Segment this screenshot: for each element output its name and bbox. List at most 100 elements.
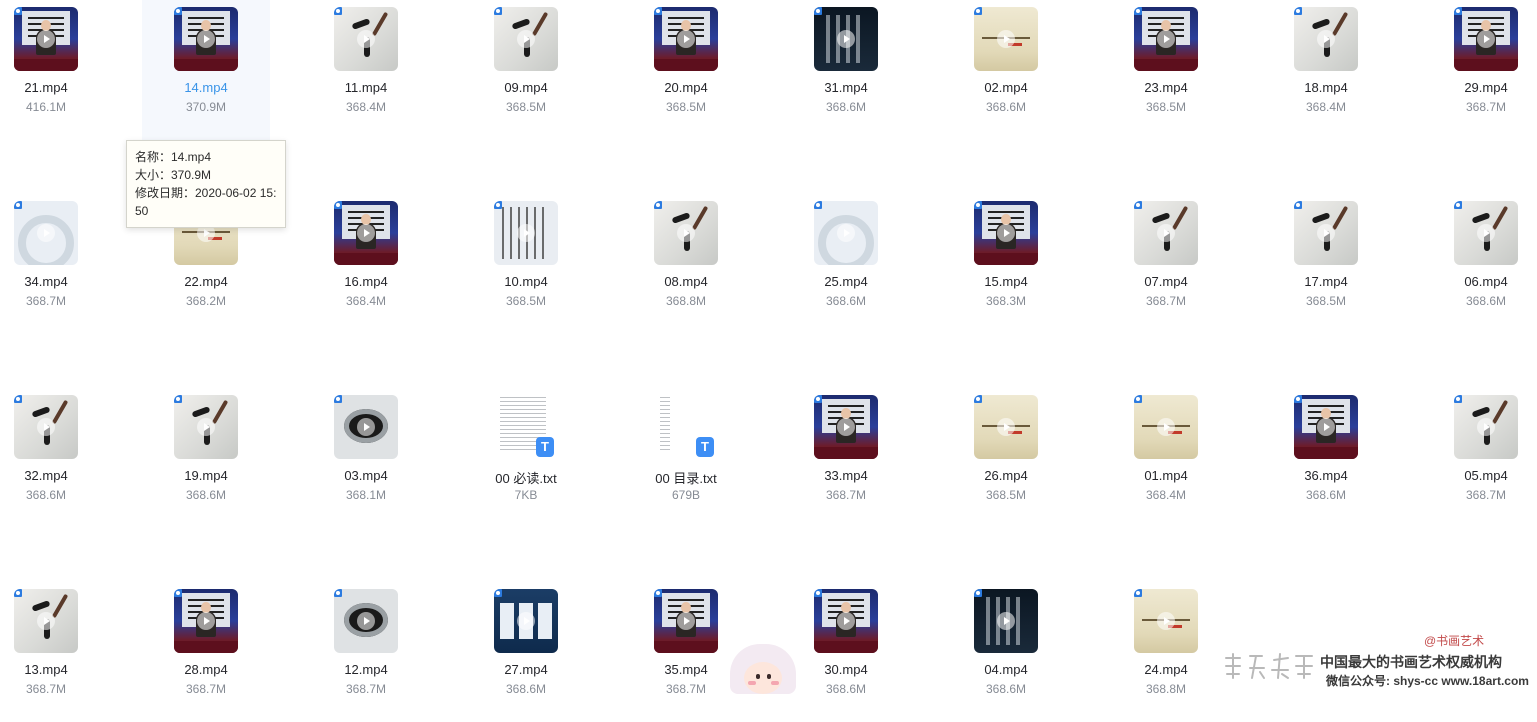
- video-badge-icon: [974, 7, 982, 15]
- video-thumbnail: [1454, 395, 1518, 459]
- file-item[interactable]: 12.mp4 368.7M: [302, 582, 430, 722]
- play-icon: [997, 224, 1015, 242]
- file-item[interactable]: 30.mp4 368.6M: [782, 582, 910, 722]
- file-item[interactable]: 18.mp4 368.4M: [1262, 0, 1390, 140]
- watermark-weibo: @书画艺术: [1424, 634, 1485, 648]
- file-item[interactable]: 27.mp4 368.6M: [462, 582, 590, 722]
- file-item[interactable]: 29.mp4 368.7M: [1422, 0, 1537, 140]
- file-item[interactable]: 16.mp4 368.4M: [302, 194, 430, 334]
- file-name: 27.mp4: [504, 662, 548, 677]
- file-item[interactable]: 13.mp4 368.7M: [0, 582, 110, 722]
- file-size: 368.6M: [185, 488, 227, 502]
- video-thumbnail: [654, 7, 718, 71]
- file-item[interactable]: 34.mp4 368.7M: [0, 194, 110, 334]
- file-size: 368.6M: [825, 294, 867, 308]
- file-item[interactable]: 23.mp4 368.5M: [1102, 0, 1230, 140]
- watermark-contact: 微信公众号: shys-cc www.18art.com: [1326, 674, 1529, 688]
- file-size: 679B: [671, 488, 701, 502]
- file-item[interactable]: 35.mp4 368.7M: [622, 582, 750, 722]
- file-item[interactable]: 19.mp4 368.6M: [142, 388, 270, 528]
- play-icon: [357, 418, 375, 436]
- file-item[interactable]: 24.mp4 368.8M: [1102, 582, 1230, 722]
- file-size: 368.6M: [825, 100, 867, 114]
- play-icon: [997, 30, 1015, 48]
- file-item[interactable]: T 00 必读.txt 7KB: [462, 388, 590, 528]
- file-name: 13.mp4: [24, 662, 68, 677]
- file-name: 17.mp4: [1304, 274, 1348, 289]
- video-badge-icon: [974, 201, 982, 209]
- file-item[interactable]: 25.mp4 368.6M: [782, 194, 910, 334]
- file-item[interactable]: 04.mp4 368.6M: [942, 582, 1070, 722]
- video-badge-icon: [174, 589, 182, 597]
- video-thumbnail: [1294, 201, 1358, 265]
- file-item[interactable]: 26.mp4 368.5M: [942, 388, 1070, 528]
- file-name: 07.mp4: [1144, 274, 1188, 289]
- video-badge-icon: [1134, 7, 1142, 15]
- file-grid: 21.mp4 416.1M 14.mp4 370.9M 11.mp4 368.4M 09.m…: [0, 0, 1537, 696]
- file-item[interactable]: 15.mp4 368.3M: [942, 194, 1070, 334]
- file-name: 33.mp4: [824, 468, 868, 483]
- file-item[interactable]: 28.mp4 368.7M: [142, 582, 270, 722]
- assistant-avatar[interactable]: [730, 644, 796, 694]
- video-thumbnail: [814, 589, 878, 653]
- play-icon: [1317, 418, 1335, 436]
- video-badge-icon: [334, 7, 342, 15]
- video-thumbnail: [1134, 395, 1198, 459]
- file-name: 34.mp4: [24, 274, 68, 289]
- video-thumbnail: [14, 7, 78, 71]
- play-icon: [37, 418, 55, 436]
- play-icon: [1157, 418, 1175, 436]
- video-thumbnail: [814, 395, 878, 459]
- play-icon: [837, 30, 855, 48]
- file-item[interactable]: 31.mp4 368.6M: [782, 0, 910, 140]
- file-size: 368.5M: [505, 100, 547, 114]
- file-item[interactable]: 07.mp4 368.7M: [1102, 194, 1230, 334]
- play-icon: [357, 612, 375, 630]
- play-icon: [1477, 224, 1495, 242]
- play-icon: [1157, 224, 1175, 242]
- file-item[interactable]: 14.mp4 370.9M: [142, 0, 270, 140]
- file-item[interactable]: 20.mp4 368.5M: [622, 0, 750, 140]
- file-item[interactable]: T 00 目录.txt 679B: [622, 388, 750, 528]
- video-badge-icon: [14, 201, 22, 209]
- video-thumbnail: [174, 589, 238, 653]
- video-badge-icon: [1134, 201, 1142, 209]
- file-name: 19.mp4: [184, 468, 228, 483]
- play-icon: [1317, 30, 1335, 48]
- video-badge-icon: [1134, 589, 1142, 597]
- file-name: 36.mp4: [1304, 468, 1348, 483]
- avatar-eye-right: [767, 674, 771, 679]
- video-thumbnail: [1454, 201, 1518, 265]
- play-icon: [1477, 30, 1495, 48]
- file-item[interactable]: 21.mp4 416.1M: [0, 0, 110, 140]
- video-thumbnail: [1134, 589, 1198, 653]
- file-item[interactable]: 03.mp4 368.1M: [302, 388, 430, 528]
- video-badge-icon: [1454, 7, 1462, 15]
- file-item[interactable]: 36.mp4 368.6M: [1262, 388, 1390, 528]
- video-thumbnail: [494, 201, 558, 265]
- file-item[interactable]: 08.mp4 368.8M: [622, 194, 750, 334]
- file-item[interactable]: 09.mp4 368.5M: [462, 0, 590, 140]
- file-size: 368.5M: [505, 294, 547, 308]
- video-thumbnail: [654, 201, 718, 265]
- play-icon: [37, 612, 55, 630]
- file-item[interactable]: 10.mp4 368.5M: [462, 194, 590, 334]
- play-icon: [837, 612, 855, 630]
- file-item[interactable]: 11.mp4 368.4M: [302, 0, 430, 140]
- video-badge-icon: [1454, 201, 1462, 209]
- file-item[interactable]: 17.mp4 368.5M: [1262, 194, 1390, 334]
- watermark-slogan: 中国最大的书画艺术权威机构: [1320, 654, 1502, 670]
- file-item[interactable]: 01.mp4 368.4M: [1102, 388, 1230, 528]
- file-size: 368.4M: [1145, 488, 1187, 502]
- file-item[interactable]: 05.mp4 368.7M: [1422, 388, 1537, 528]
- file-name: 32.mp4: [24, 468, 68, 483]
- file-item[interactable]: 06.mp4 368.6M: [1422, 194, 1537, 334]
- file-size: 368.3M: [985, 294, 1027, 308]
- file-size: 368.5M: [1145, 100, 1187, 114]
- file-size: 368.5M: [1305, 294, 1347, 308]
- play-icon: [1157, 612, 1175, 630]
- file-item[interactable]: 32.mp4 368.6M: [0, 388, 110, 528]
- file-item[interactable]: 02.mp4 368.6M: [942, 0, 1070, 140]
- file-item[interactable]: 33.mp4 368.7M: [782, 388, 910, 528]
- video-badge-icon: [814, 395, 822, 403]
